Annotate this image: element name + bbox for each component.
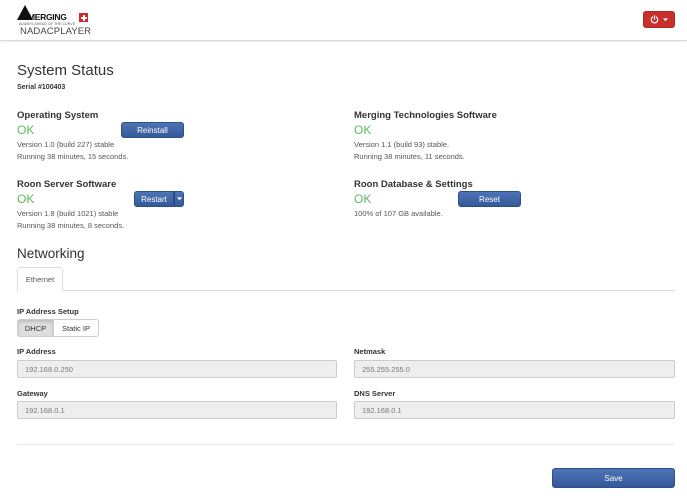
roon-db-usage: 100% of 107 GB available. [354,209,443,218]
roon-server-title: Roon Server Software [17,179,117,190]
save-button[interactable]: Save [552,468,675,488]
merging-logo: MERGING ALWAYS AHEAD OF THE CURVE [17,5,92,27]
os-status: OK [17,123,35,137]
dns-server-label: DNS Server [354,389,396,398]
os-uptime: Running 38 minutes, 15 seconds. [17,152,129,161]
restart-split-button: Restart [134,191,184,207]
gateway-field[interactable]: 192.168.0.1 [17,401,337,419]
dns-server-field[interactable]: 192.168.0.1 [354,401,675,419]
roon-server-version: Version 1.8 (build 1021) stable [17,209,119,218]
caret-down-icon [663,17,668,21]
merging-software-title: Merging Technologies Software [354,110,497,121]
networking-title: Networking [17,246,85,261]
reset-button[interactable]: Reset [458,191,521,207]
power-menu-button[interactable] [643,11,675,28]
netmask-label: Netmask [354,347,386,356]
tab-ethernet[interactable]: Ethernet [17,267,63,291]
merging-software-version: Version 1.1 (build 93) stable. [354,140,450,149]
top-bar: MERGING ALWAYS AHEAD OF THE CURVE NADACP… [0,0,687,41]
caret-down-icon [176,197,182,201]
roon-server-status: OK [17,192,35,206]
os-title: Operating System [17,110,99,121]
ip-setup-label: IP Address Setup [17,307,79,316]
restart-button[interactable]: Restart [134,191,174,207]
serial-number: Serial #100403 [17,84,66,91]
roon-db-title: Roon Database & Settings [354,179,473,190]
power-icon [650,15,659,24]
restart-options-toggle[interactable] [174,191,184,207]
ip-address-label: IP Address [17,347,56,356]
ip-setup-toggle: DHCP Static IP [17,319,99,337]
gateway-label: Gateway [17,389,48,398]
swiss-cross-icon [79,13,88,22]
reinstall-button[interactable]: Reinstall [121,122,184,138]
roon-server-uptime: Running 38 minutes, 8 seconds. [17,221,125,230]
merging-software-uptime: Running 38 minutes, 11 seconds. [354,152,465,161]
page-title: System Status [17,62,114,79]
product-name: NADACPLAYER [20,26,92,37]
merging-software-status: OK [354,123,372,137]
roon-db-status: OK [354,192,372,206]
footer-divider [17,444,675,445]
ip-address-field[interactable]: 192.168.0.250 [17,360,337,378]
os-version: Version 1.0 (build 227) stable [17,140,115,149]
netmask-field[interactable]: 255.255.255.0 [354,360,675,378]
tabs-divider [17,290,675,291]
logo-brand-text: MERGING [28,12,67,22]
dhcp-option[interactable]: DHCP [17,319,54,337]
static-ip-option[interactable]: Static IP [54,319,99,337]
